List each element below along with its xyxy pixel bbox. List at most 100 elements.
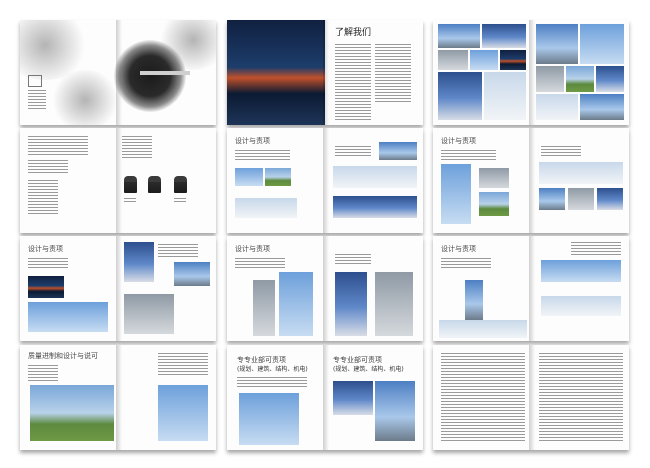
brochure-spread-design-4: 设计与责项 xyxy=(227,236,423,341)
brochure-spread-team xyxy=(20,128,216,233)
team-body-text xyxy=(28,136,88,156)
photo-tower xyxy=(253,280,275,336)
photo-building xyxy=(482,24,526,48)
photo-building xyxy=(28,302,108,332)
brochure-spread-cover xyxy=(20,20,216,125)
section-text xyxy=(28,365,58,381)
about-body-text xyxy=(375,44,411,104)
brochure-spread-about: 了解我们 xyxy=(227,20,423,125)
photo-building xyxy=(438,50,468,70)
gallery-left-page xyxy=(433,20,531,125)
team-body-text xyxy=(28,160,68,174)
photo-tower xyxy=(335,272,367,336)
section-title: 设计与责项 xyxy=(235,137,270,145)
section-text xyxy=(541,146,581,158)
section-title: 质量进制和设计与说可 xyxy=(28,352,98,360)
photo-building xyxy=(541,296,621,316)
section-title: 设计与责项 xyxy=(441,245,476,253)
design3-right-page xyxy=(118,236,216,341)
design4-right-page xyxy=(325,236,423,341)
brochure-spread-planning: 质量进制和设计与说可 xyxy=(20,345,216,450)
photo-building xyxy=(580,94,624,120)
photo-building xyxy=(333,381,373,415)
design5-left-page: 设计与责项 xyxy=(433,236,531,341)
body-text xyxy=(539,353,623,443)
portrait-caption xyxy=(174,198,186,204)
ink-wash xyxy=(50,70,120,125)
design1-left-page: 设计与责项 xyxy=(227,128,325,233)
about-left-page xyxy=(227,20,325,125)
section-title: 设计与责项 xyxy=(235,245,270,253)
photo-building xyxy=(500,50,526,70)
section-text xyxy=(28,258,68,270)
section-subtitle: (规划、建筑、结构、机电) xyxy=(333,366,404,373)
company-name-bar xyxy=(140,71,190,75)
photo-stadium xyxy=(235,198,297,218)
section-text xyxy=(441,150,496,160)
about-title: 了解我们 xyxy=(335,28,372,38)
address-text xyxy=(28,90,46,110)
photo-building xyxy=(536,94,578,120)
logo-mark xyxy=(28,75,42,87)
portrait-photo xyxy=(148,176,161,193)
photo-tower xyxy=(375,272,413,336)
photo-building xyxy=(158,385,208,441)
photo-building xyxy=(174,262,210,286)
photo-building xyxy=(536,66,564,92)
photo-building xyxy=(479,168,509,188)
planning-right-page xyxy=(118,345,216,450)
design5-right-page xyxy=(531,236,629,341)
brochure-spread-design-3: 设计与责项 xyxy=(20,236,216,341)
section-text xyxy=(235,258,285,270)
text-left-page xyxy=(433,345,531,450)
text-right-page xyxy=(531,345,629,450)
photo-stadium xyxy=(333,166,417,188)
section-subtitle: (规划、建筑、结构、机电) xyxy=(237,366,308,373)
brochure-spread-design-2: 设计与责项 xyxy=(433,128,629,233)
section-text xyxy=(335,254,371,266)
professional-right-page: 专专业部可责项 (规划、建筑、结构、机电) xyxy=(325,345,423,450)
portrait-photo xyxy=(124,176,137,193)
design2-left-page: 设计与责项 xyxy=(433,128,531,233)
photo-stadium xyxy=(379,142,417,160)
photo-stadium xyxy=(265,168,291,186)
team-body-text xyxy=(28,180,58,216)
photo-building xyxy=(597,188,623,210)
photo-masterplan xyxy=(30,385,114,441)
photo-building xyxy=(439,320,527,338)
gallery-right-page xyxy=(531,20,629,125)
photo-building xyxy=(239,393,299,445)
section-text xyxy=(441,258,491,270)
professional-left-page: 专专业部可责项 (规划、建筑、结构、机电) xyxy=(227,345,325,450)
brochure-spread-professional: 专专业部可责项 (规划、建筑、结构、机电) 专专业部可责项 (规划、建筑、结构、… xyxy=(227,345,423,450)
team-left-page xyxy=(20,128,118,233)
photo-tower xyxy=(580,24,624,64)
portrait-photo xyxy=(174,176,187,193)
photo-building xyxy=(536,24,578,64)
about-body-text xyxy=(335,44,371,120)
section-text xyxy=(158,353,208,377)
brochure-spread-gallery xyxy=(433,20,629,125)
team-right-page xyxy=(118,128,216,233)
section-title: 专专业部可责项 xyxy=(333,356,382,364)
photo-building xyxy=(539,162,623,184)
photo-tower xyxy=(124,242,154,282)
photo-building xyxy=(28,276,64,298)
design2-right-page xyxy=(531,128,629,233)
section-text xyxy=(335,146,371,158)
photo-tower xyxy=(465,280,483,320)
section-title: 设计与责项 xyxy=(28,245,63,253)
team-body-text xyxy=(122,136,152,160)
section-text xyxy=(235,150,290,160)
brochure-spread-design-5: 设计与责项 xyxy=(433,236,629,341)
photo-stadium xyxy=(235,168,263,186)
photo-building xyxy=(479,192,509,216)
photo-stadium xyxy=(333,196,417,218)
section-title: 设计与责项 xyxy=(441,137,476,145)
photo-building xyxy=(438,24,480,48)
photo-stadium-night xyxy=(227,20,325,125)
cover-right-page xyxy=(114,20,216,125)
photo-building xyxy=(566,66,594,92)
section-text xyxy=(237,377,307,387)
portrait-caption xyxy=(124,198,136,204)
